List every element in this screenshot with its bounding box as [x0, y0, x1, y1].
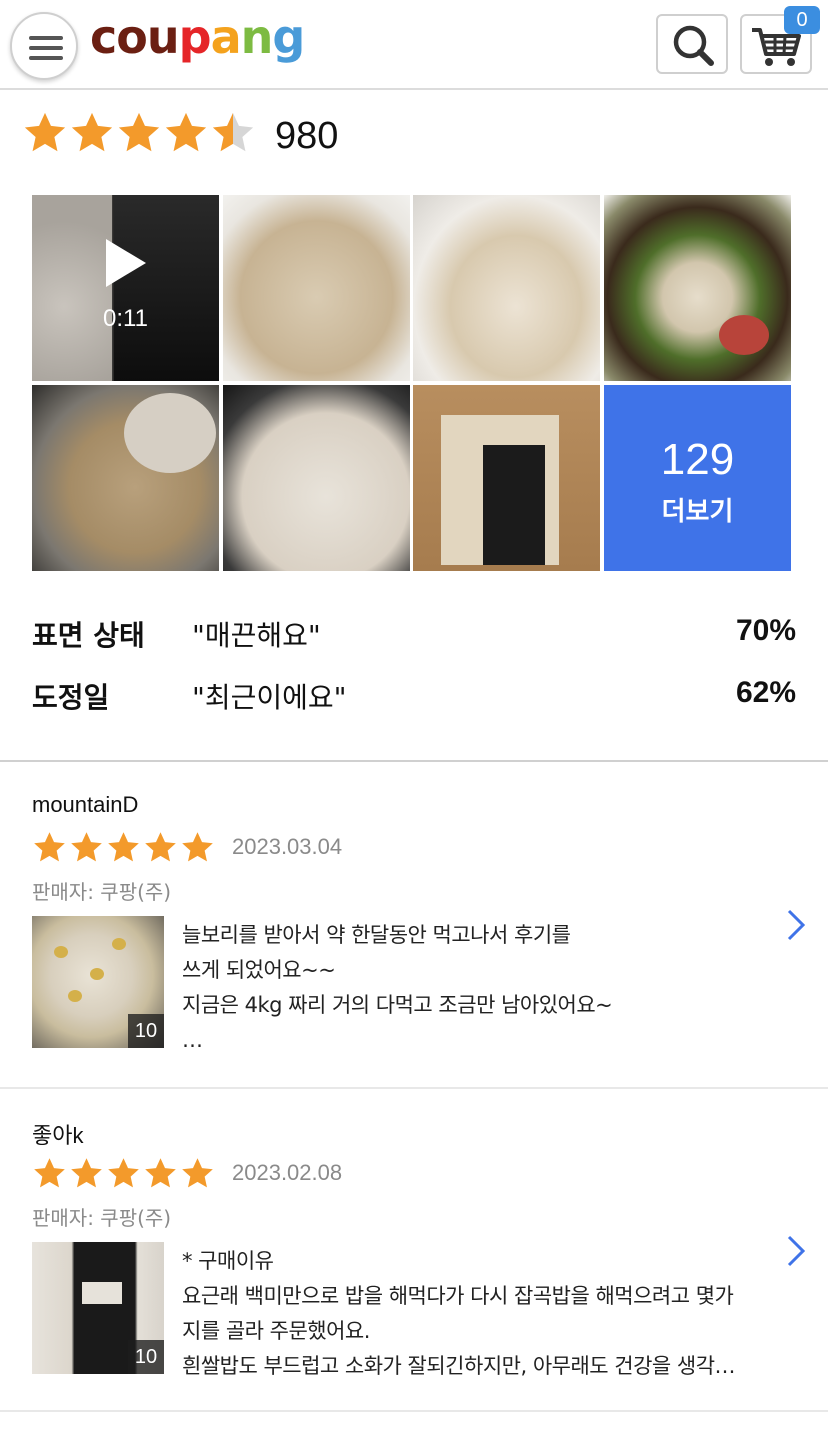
review-text-line: 지금은 4kg 짜리 거의 다먹고 조금만 남아있어요~: [182, 993, 613, 1017]
top-header: coupang: [0, 0, 828, 90]
chevron-right-icon[interactable]: [784, 1234, 808, 1268]
review-photo-thumbnail[interactable]: 10: [32, 916, 164, 1048]
more-photos-label: 더보기: [661, 497, 734, 527]
star-icon: [24, 112, 66, 152]
search-button[interactable]: [656, 14, 728, 74]
label-shape: [82, 1282, 122, 1304]
review-date: 2023.03.04: [232, 834, 343, 859]
logo-letter: g: [272, 10, 305, 64]
review-photo[interactable]: [604, 195, 791, 381]
bag-shape: [114, 195, 219, 381]
corn-shape: [54, 946, 68, 958]
video-duration: 0:11: [103, 305, 148, 332]
logo-letter: n: [240, 10, 274, 64]
divider: [0, 1087, 828, 1089]
survey-percent: 62%: [735, 676, 796, 709]
play-icon: [106, 239, 146, 287]
survey-percent: 70%: [735, 614, 796, 647]
review-photo[interactable]: [413, 385, 600, 571]
bag-label: [483, 445, 545, 565]
search-icon: [673, 25, 714, 66]
review-text: * 구매이유 요근래 백미만으로 밥을 해먹다가 다시 잡곡밥을 해먹으려고 몇…: [182, 1244, 772, 1384]
star-icon: [108, 832, 139, 862]
logo-letter: p: [178, 10, 212, 64]
logo-letter: o: [116, 10, 148, 64]
hamburger-icon-bar: [29, 46, 63, 50]
star-icon: [145, 1158, 176, 1188]
cart-count-badge: 0: [784, 6, 820, 34]
logo-letter: u: [146, 10, 180, 64]
review-seller: 판매자: 쿠팡(주): [32, 1206, 172, 1230]
reviewer-name: mountainD: [32, 792, 139, 817]
review-photo[interactable]: [413, 195, 600, 381]
review-text-line: 요근래 백미만으로 밥을 해먹다가 다시 잡곡밥을 해먹으려고 몇가: [182, 1284, 734, 1308]
review-photo-thumbnail[interactable]: 10: [32, 1242, 164, 1374]
sauce-shape: [719, 315, 769, 355]
star-icon: [34, 1158, 65, 1188]
review-photo[interactable]: [223, 195, 410, 381]
more-photos-button[interactable]: 129 더보기: [604, 385, 791, 571]
star-icon: [118, 112, 160, 152]
review-count: 980: [275, 115, 339, 157]
review-item[interactable]: 좋아k 2023.02.08 판매자: 쿠팡(주) 10 * 구매이유 요근래 …: [0, 1118, 828, 1410]
photo-count: 10: [128, 1014, 164, 1048]
review-text-line: 지를 골라 주문했어요.: [182, 1319, 370, 1343]
survey-key: 표면 상태: [32, 619, 145, 652]
divider: [0, 760, 828, 762]
review-seller: 판매자: 쿠팡(주): [32, 880, 172, 904]
star-icon: [71, 1158, 102, 1188]
review-photo[interactable]: [223, 385, 410, 571]
review-date: 2023.02.08: [232, 1160, 343, 1185]
review-video-thumbnail[interactable]: 0:11: [32, 195, 219, 381]
hamburger-icon: [29, 36, 63, 40]
more-photos-count: 129: [660, 435, 735, 484]
coupang-logo[interactable]: coupang: [90, 10, 305, 64]
grain-area: [32, 195, 112, 381]
survey-row-surface: 표면 상태 "매끈해요" 70%: [32, 614, 796, 654]
divider: [0, 1410, 828, 1412]
star-icon: [165, 112, 207, 152]
grain-shape: [124, 393, 216, 473]
review-photo[interactable]: [32, 385, 219, 571]
corn-shape: [90, 968, 104, 980]
review-rating-stars: [32, 1156, 217, 1192]
corn-shape: [68, 990, 82, 1002]
menu-button[interactable]: [10, 12, 78, 80]
photo-count: 10: [128, 1340, 164, 1374]
logo-letter: c: [90, 10, 117, 64]
review-text-line: * 구매이유: [182, 1249, 274, 1273]
reviewer-name: 좋아k: [32, 1123, 84, 1148]
star-icon: [108, 1158, 139, 1188]
review-text-line: 늘보리를 받아서 약 한달동안 먹고나서 후기를: [182, 923, 571, 947]
review-text-line: 쓰게 되었어요~~: [182, 958, 336, 982]
review-rating-stars: [32, 830, 217, 866]
logo-letter: a: [210, 10, 242, 64]
survey-value: "최근이에요": [192, 681, 347, 714]
star-icon: [182, 1158, 213, 1188]
review-text-line: 흰쌀밥도 부드럽고 소화가 잘되긴하지만, 아무래도 건강을 생각…: [182, 1354, 736, 1378]
star-icon: [34, 832, 65, 862]
star-icon: [212, 112, 254, 152]
star-icon: [145, 832, 176, 862]
chevron-right-icon[interactable]: [784, 908, 808, 942]
corn-shape: [112, 938, 126, 950]
review-text-line: …: [182, 1028, 203, 1052]
survey-key: 도정일: [32, 681, 110, 714]
review-item[interactable]: mountainD 2023.03.04 판매자: 쿠팡(주) 10 늘보리를 …: [0, 792, 828, 1087]
survey-value: "매끈해요": [192, 619, 321, 652]
average-rating-stars: [22, 110, 257, 158]
hamburger-icon-bar: [29, 56, 63, 60]
star-icon: [182, 832, 213, 862]
star-icon: [71, 832, 102, 862]
review-text: 늘보리를 받아서 약 한달동안 먹고나서 후기를 쓰게 되었어요~~ 지금은 4…: [182, 918, 772, 1058]
review-photo-grid: 0:11 129 더보기: [32, 195, 791, 571]
survey-row-milling-date: 도정일 "최근이에요" 62%: [32, 676, 796, 716]
star-icon: [71, 112, 113, 152]
